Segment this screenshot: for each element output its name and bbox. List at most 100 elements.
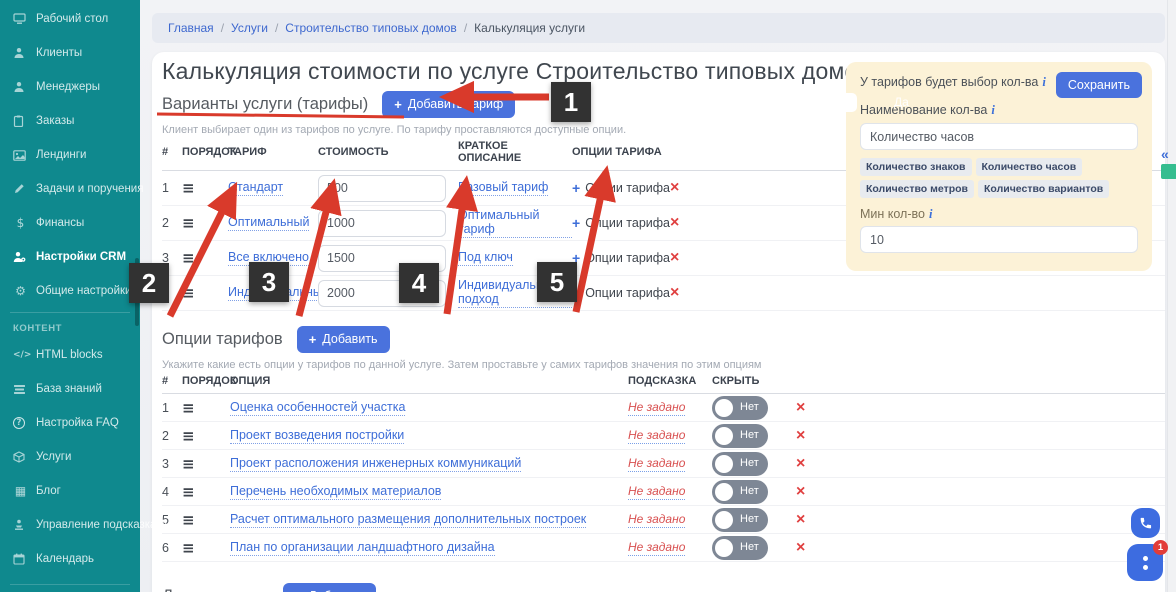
sidebar-item-label: Блог xyxy=(36,485,61,497)
info-icon[interactable]: i xyxy=(929,207,932,221)
option-tooltip-link[interactable]: Не задано xyxy=(628,512,686,528)
hide-toggle[interactable]: Нет xyxy=(712,479,768,504)
tariff-options-link[interactable]: + Опции тарифа xyxy=(572,180,670,196)
sidebar-item-hints[interactable]: Управление подсказками xyxy=(0,508,171,542)
suggestion-chip[interactable]: Количество метров xyxy=(860,180,975,198)
qty-name-input[interactable] xyxy=(860,123,1138,150)
delete-tariff-button[interactable]: × xyxy=(670,180,692,196)
sidebar-scrollbar[interactable] xyxy=(135,258,139,326)
delete-tariff-button[interactable]: × xyxy=(670,285,692,301)
tariff-name-link[interactable]: Все включено xyxy=(228,250,309,266)
collapse-icon[interactable]: « xyxy=(1161,146,1176,162)
suggestion-chip[interactable]: Количество вариантов xyxy=(978,180,1110,198)
tariff-price-input[interactable] xyxy=(318,174,446,202)
breadcrumb-link-home[interactable]: Главная xyxy=(168,21,214,35)
breadcrumb-link-service[interactable]: Строительство типовых домов xyxy=(285,21,457,35)
drag-handle-icon[interactable]: ≡ xyxy=(182,399,230,417)
question-icon: ? xyxy=(13,417,25,429)
sidebar-item-knowledge-base[interactable]: База знаний xyxy=(0,372,140,406)
add-addon-button[interactable]: + Добавить xyxy=(282,582,376,592)
delete-option-button[interactable]: × xyxy=(796,511,822,528)
tariff-description-link[interactable]: Оптимальный тариф xyxy=(458,208,572,238)
option-name-link[interactable]: Оценка особенностей участка xyxy=(230,400,406,416)
delete-option-button[interactable]: × xyxy=(796,539,822,556)
sidebar-item-services[interactable]: Услуги xyxy=(0,440,140,474)
hide-toggle[interactable]: Нет xyxy=(712,507,768,532)
hide-toggle[interactable]: Нет xyxy=(712,423,768,448)
option-tooltip-link[interactable]: Не задано xyxy=(628,540,686,556)
sidebar-item-general-settings[interactable]: ⚙ Общие настройки xyxy=(0,274,140,308)
add-option-button[interactable]: + Добавить xyxy=(296,325,390,353)
tariff-description-link[interactable]: Базовый тариф xyxy=(458,180,549,196)
breadcrumb-link-services[interactable]: Услуги xyxy=(231,21,268,35)
phone-call-button[interactable] xyxy=(1131,508,1160,538)
delete-option-button[interactable]: × xyxy=(796,455,822,472)
option-name-link[interactable]: План по организации ландшафтного дизайна xyxy=(230,540,495,556)
delete-option-button[interactable]: × xyxy=(796,483,822,500)
tariff-price-input[interactable] xyxy=(318,209,446,237)
tariff-price-input[interactable] xyxy=(318,279,446,307)
sidebar-item-tasks[interactable]: Задачи и поручения xyxy=(0,172,143,206)
addons-section-title: Допы к услуге xyxy=(162,587,269,592)
sidebar-item-clients[interactable]: Клиенты xyxy=(0,36,140,70)
drag-handle-icon[interactable]: ≡ xyxy=(182,214,228,232)
hide-toggle[interactable]: Нет xyxy=(712,451,768,476)
drag-handle-icon[interactable]: ≡ xyxy=(182,179,228,197)
option-name-link[interactable]: Проект возведения постройки xyxy=(230,428,405,444)
drag-handle-icon[interactable]: ≡ xyxy=(182,427,230,445)
sidebar-item-crm-settings[interactable]: Настройки CRM xyxy=(0,240,140,274)
tariff-name-link[interactable]: Индивидуальный xyxy=(228,285,329,301)
option-tooltip-link[interactable]: Не задано xyxy=(628,484,686,500)
plus-icon: + xyxy=(572,285,581,301)
sidebar-item-faq-settings[interactable]: ? Настройка FAQ xyxy=(0,406,140,440)
row-number: 2 xyxy=(162,216,169,230)
grid-icon: ▦ xyxy=(14,484,27,498)
quantity-settings-panel: У тарифов будет выбор кол-ва i Сохранить … xyxy=(838,62,1152,271)
tariff-name-link[interactable]: Стандарт xyxy=(228,180,284,196)
page-scrollbar[interactable] xyxy=(1167,0,1176,592)
delete-option-button[interactable]: × xyxy=(796,427,822,444)
delete-tariff-button[interactable]: × xyxy=(670,250,692,266)
drag-handle-icon[interactable]: ≡ xyxy=(182,249,228,267)
delete-option-button[interactable]: × xyxy=(796,399,822,416)
sidebar-item-orders[interactable]: Заказы xyxy=(0,104,140,138)
drag-handle-icon[interactable]: ≡ xyxy=(182,284,228,302)
add-tariff-button[interactable]: + Добавить тариф xyxy=(382,90,516,118)
option-tooltip-link[interactable]: Не задано xyxy=(628,400,686,416)
suggestion-chip[interactable]: Количество часов xyxy=(975,158,1083,176)
suggestion-chip[interactable]: Количество знаков xyxy=(860,158,972,176)
collapsed-side-widget[interactable]: « xyxy=(1161,146,1176,179)
option-name-link[interactable]: Расчет оптимального размещения дополните… xyxy=(230,512,587,528)
tariff-options-link[interactable]: + Опции тарифа xyxy=(572,250,670,266)
sidebar-item-finance[interactable]: $ Финансы xyxy=(0,206,140,240)
option-tooltip-link[interactable]: Не задано xyxy=(628,456,686,472)
option-name-link[interactable]: Проект расположения инженерных коммуника… xyxy=(230,456,522,472)
drag-handle-icon[interactable]: ≡ xyxy=(182,539,230,557)
hide-toggle[interactable]: Нет xyxy=(712,535,768,560)
tariff-description-link[interactable]: Под ключ xyxy=(458,250,513,266)
min-qty-input[interactable] xyxy=(860,226,1138,253)
row-number: 4 xyxy=(162,286,169,300)
tariff-options-link[interactable]: + Опции тарифа xyxy=(572,215,670,231)
tariff-name-link[interactable]: Оптимальный xyxy=(228,215,310,231)
option-name-link[interactable]: Перечень необходимых материалов xyxy=(230,484,442,500)
sidebar-item-desktop[interactable]: Рабочий стол xyxy=(0,2,140,36)
drag-handle-icon[interactable]: ≡ xyxy=(182,511,230,529)
info-icon[interactable]: i xyxy=(1042,75,1045,89)
hide-toggle[interactable]: Нет xyxy=(712,395,768,420)
sidebar-item-blog[interactable]: ▦ Блог xyxy=(0,474,140,508)
save-button[interactable]: Сохранить xyxy=(1055,72,1142,98)
sidebar-item-managers[interactable]: Менеджеры xyxy=(0,70,140,104)
drag-handle-icon[interactable]: ≡ xyxy=(182,455,230,473)
info-icon[interactable]: i xyxy=(991,103,994,117)
sidebar-item-landings[interactable]: Лендинги xyxy=(0,138,140,172)
sidebar-item-html-blocks[interactable]: </> HTML blocks xyxy=(0,338,140,372)
tariff-price-input[interactable] xyxy=(318,244,446,272)
drag-handle-icon[interactable]: ≡ xyxy=(182,483,230,501)
option-tooltip-link[interactable]: Не задано xyxy=(628,428,686,444)
tariff-options-link[interactable]: + Опции тарифа xyxy=(572,285,670,301)
delete-tariff-button[interactable]: × xyxy=(670,215,692,231)
image-icon xyxy=(13,149,28,161)
tariff-description-link[interactable]: Индивидуальный подход xyxy=(458,278,572,308)
sidebar-item-calendar[interactable]: Календарь xyxy=(0,542,140,576)
